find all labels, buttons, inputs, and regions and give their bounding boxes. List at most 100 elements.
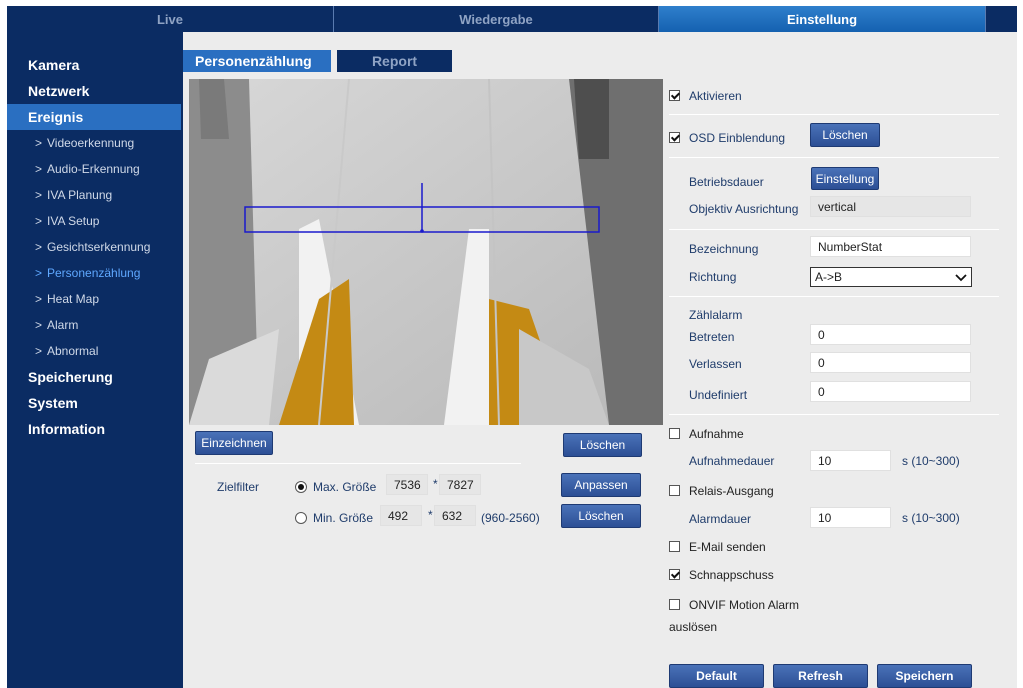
tab-report[interactable]: Report — [337, 50, 452, 72]
name-label: Bezeichnung — [689, 242, 759, 256]
sidebar-group-system[interactable]: System — [7, 390, 183, 416]
sidebar-group-netzwerk[interactable]: Netzwerk — [7, 78, 183, 104]
subtab-bar: Personenzählung Report — [183, 50, 458, 72]
alarm-duration-input[interactable]: 10 — [810, 507, 891, 528]
direction-select[interactable]: A->B — [810, 267, 972, 287]
sidebar-item-personenz-hlung[interactable]: > Personenzählung — [7, 260, 183, 286]
onvif-checkbox[interactable] — [669, 599, 680, 610]
record-duration-unit: s (10~300) — [902, 454, 960, 468]
chevron-right-icon: > — [35, 214, 43, 228]
sidebar-item-audio-erkennung[interactable]: > Audio-Erkennung — [7, 156, 183, 182]
sidebar-item-heat-map[interactable]: > Heat Map — [7, 286, 183, 312]
entered-input[interactable]: 0 — [810, 324, 971, 345]
record-checkbox[interactable] — [669, 428, 680, 439]
sidebar-item-label: Personenzählung — [47, 266, 141, 280]
divider — [669, 157, 999, 158]
sidebar-item-label: IVA Setup — [47, 214, 100, 228]
name-input[interactable]: NumberStat — [810, 236, 971, 257]
email-label: E-Mail senden — [689, 540, 766, 554]
enable-checkbox[interactable] — [669, 90, 680, 101]
chevron-right-icon: > — [35, 240, 43, 254]
sidebar: Kamera Netzwerk Ereignis > Videoerkennung… — [7, 32, 183, 688]
osd-label: OSD Einblendung — [689, 131, 786, 145]
top-navigation: Live Wiedergabe Einstellung — [7, 6, 1017, 32]
max-size-radio[interactable] — [295, 481, 307, 493]
refresh-button[interactable]: Refresh — [773, 664, 868, 688]
tab-wiedergabe[interactable]: Wiedergabe — [334, 6, 659, 32]
min-height-field[interactable]: 632 — [434, 505, 476, 526]
camera-image — [189, 79, 663, 425]
record-duration-label: Aufnahmedauer — [689, 454, 775, 468]
sidebar-item-label: IVA Planung — [47, 188, 113, 202]
left-label: Verlassen — [689, 357, 742, 371]
max-height-field[interactable]: 7827 — [439, 474, 481, 495]
sidebar-item-label: Videoerkennung — [47, 136, 135, 150]
max-size-label: Max. Größe — [313, 480, 377, 494]
main-panel: Personenzählung Report Einzeichnen Lösch… — [183, 32, 1017, 688]
size-range-hint: (960-2560) — [481, 511, 540, 525]
divider — [669, 114, 999, 115]
sidebar-item-iva-setup[interactable]: > IVA Setup — [7, 208, 183, 234]
sidebar-item-label: Audio-Erkennung — [47, 162, 140, 176]
tab-live[interactable]: Live — [7, 6, 334, 32]
sidebar-item-alarm[interactable]: > Alarm — [7, 312, 183, 338]
min-size-label: Min. Größe — [313, 511, 374, 525]
email-checkbox[interactable] — [669, 541, 680, 552]
sidebar-group-information[interactable]: Information — [7, 416, 183, 442]
min-size-radio[interactable] — [295, 512, 307, 524]
clear-filter-button[interactable]: Löschen — [561, 504, 641, 528]
min-width-field[interactable]: 492 — [380, 505, 422, 526]
sidebar-group-kamera[interactable]: Kamera — [7, 52, 183, 78]
sidebar-item-gesichtserkennung[interactable]: > Gesichtserkennung — [7, 234, 183, 260]
direction-label: Richtung — [689, 270, 737, 284]
sidebar-submenu: > Videoerkennung > Audio-Erkennung > IVA Plan… — [7, 130, 183, 364]
left-input[interactable]: 0 — [810, 352, 971, 373]
chevron-right-icon: > — [35, 318, 43, 332]
operating-time-settings-button[interactable]: Einstellung — [811, 167, 879, 190]
undefined-label: Undefiniert — [689, 388, 748, 402]
target-filter-label: Zielfilter — [217, 480, 260, 494]
adjust-button[interactable]: Anpassen — [561, 473, 641, 497]
max-width-field[interactable]: 7536 — [386, 474, 428, 495]
relay-checkbox[interactable] — [669, 485, 680, 496]
chevron-right-icon: > — [35, 136, 43, 150]
divider — [669, 414, 999, 415]
topnav-filler — [986, 6, 1017, 32]
snapshot-label: Schnappschuss — [689, 568, 774, 582]
times-symbol: * — [433, 477, 438, 491]
sidebar-item-videoerkennung[interactable]: > Videoerkennung — [7, 130, 183, 156]
snapshot-checkbox[interactable] — [669, 569, 680, 580]
sidebar-group-ereignis[interactable]: Ereignis — [7, 104, 181, 130]
osd-clear-button[interactable]: Löschen — [810, 123, 880, 147]
divider — [669, 296, 999, 297]
record-duration-input[interactable]: 10 — [810, 450, 891, 471]
onvif-label-cont: auslösen — [669, 620, 718, 634]
tab-einstellung[interactable]: Einstellung — [659, 6, 986, 32]
chevron-right-icon: > — [35, 344, 43, 358]
entered-label: Betreten — [689, 330, 735, 344]
sidebar-item-iva-planung[interactable]: > IVA Planung — [7, 182, 183, 208]
chevron-right-icon: > — [35, 188, 43, 202]
divider — [195, 463, 521, 464]
tab-personenzaehlung[interactable]: Personenzählung — [183, 50, 331, 72]
undefined-input[interactable]: 0 — [810, 381, 971, 402]
onvif-label: ONVIF Motion Alarm — [689, 598, 800, 612]
default-button[interactable]: Default — [669, 664, 764, 688]
record-label: Aufnahme — [689, 427, 744, 441]
osd-checkbox[interactable] — [669, 132, 680, 143]
divider — [669, 229, 999, 230]
chevron-down-icon — [955, 274, 967, 282]
enable-label: Aktivieren — [689, 89, 742, 103]
save-button[interactable]: Speichern — [877, 664, 972, 688]
draw-button[interactable]: Einzeichnen — [195, 431, 273, 455]
alarm-duration-unit: s (10~300) — [902, 511, 960, 525]
sidebar-item-label: Gesichtserkennung — [47, 240, 151, 254]
clear-drawing-button[interactable]: Löschen — [563, 433, 642, 457]
sidebar-item-abnormal[interactable]: > Abnormal — [7, 338, 183, 364]
sidebar-group-speicherung[interactable]: Speicherung — [7, 364, 183, 390]
lens-orientation-field: vertical — [810, 196, 971, 217]
sidebar-item-label: Alarm — [47, 318, 79, 332]
video-preview[interactable] — [189, 79, 663, 425]
lens-orientation-label: Objektiv Ausrichtung — [689, 202, 799, 216]
sidebar-item-label: Heat Map — [47, 292, 100, 306]
